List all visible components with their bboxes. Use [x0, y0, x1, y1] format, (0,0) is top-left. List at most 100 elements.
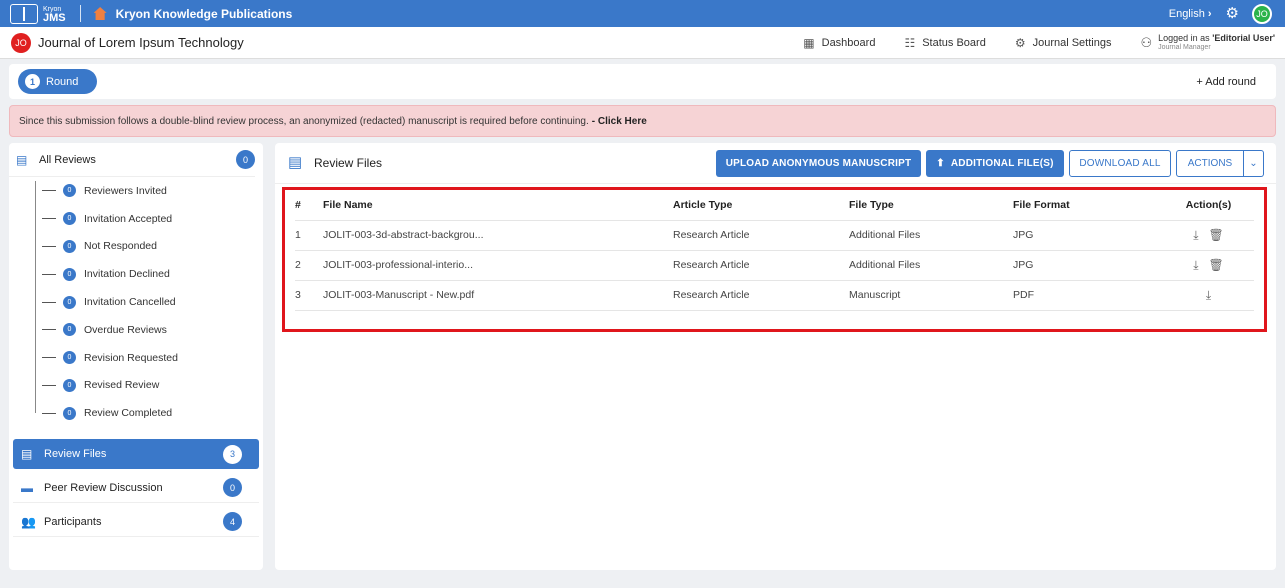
nav-status-board-label: Status Board	[922, 36, 986, 49]
sidebar-item-review-files[interactable]: ▤ Review Files 3	[13, 439, 259, 469]
logged-in-prefix: Logged in as	[1158, 32, 1210, 43]
col-article-type[interactable]: Article Type	[673, 190, 849, 220]
sidebar-item-label: Peer Review Discussion	[44, 481, 163, 494]
tree-item-label: Revision Requested	[84, 351, 178, 364]
table-row: 3 JOLIT-003-Manuscript - New.pdf Researc…	[295, 279, 1254, 311]
all-reviews-label: All Reviews	[39, 153, 96, 166]
article-type: Research Article	[673, 249, 849, 280]
additional-files-label: ADDITIONAL FILE(S)	[950, 157, 1054, 169]
download-icon[interactable]: ⤓	[1206, 288, 1211, 303]
table-header-row: # File Name Article Type File Type File …	[295, 190, 1254, 220]
download-icon[interactable]: ⤓	[1193, 228, 1198, 243]
count-badge: 0	[63, 406, 76, 420]
reviews-icon: ▤	[16, 152, 28, 167]
table-row: 1 JOLIT-003-3d-abstract-backgrou... Rese…	[295, 219, 1254, 250]
discussion-count: 0	[223, 478, 242, 497]
home-icon[interactable]	[93, 7, 107, 20]
app-logo[interactable]: Kryon JMS	[0, 0, 66, 27]
file-format: JPG	[1013, 249, 1163, 280]
nav-journal-settings[interactable]: ⚙ Journal Settings	[1015, 36, 1112, 50]
language-selector[interactable]: English ›	[1169, 8, 1212, 20]
col-file-format[interactable]: File Format	[1013, 190, 1163, 220]
review-files-count: 3	[223, 444, 242, 464]
file-icon: ▤	[21, 447, 33, 461]
count-badge: 0	[63, 323, 76, 337]
file-name-link[interactable]: JOLIT-003-professional-interio...	[323, 249, 673, 280]
gear-icon[interactable]: ⚙	[1226, 6, 1239, 21]
nav-dashboard[interactable]: ▦ Dashboard	[803, 36, 875, 50]
add-round-button[interactable]: + Add round	[1196, 76, 1256, 88]
review-status-tree: 0 Reviewers Invited 0 Invitation Accepted …	[9, 177, 263, 427]
sidebar-item-participants[interactable]: 👥 Participants 4	[13, 507, 259, 537]
round-tab[interactable]: 1 Round	[18, 69, 97, 94]
all-reviews-header[interactable]: ▤ All Reviews 0	[9, 143, 255, 177]
row-number: 2	[295, 249, 323, 280]
round-number: 1	[25, 74, 40, 89]
tree-item-label: Reviewers Invited	[84, 184, 167, 197]
file-name-link[interactable]: JOLIT-003-3d-abstract-backgrou...	[323, 219, 673, 250]
book-logo-icon	[10, 3, 38, 24]
tree-item-label: Invitation Accepted	[84, 212, 173, 225]
user-avatar[interactable]: JO	[1252, 3, 1272, 24]
tree-item-overdue-reviews[interactable]: 0 Overdue Reviews	[35, 316, 263, 344]
tree-item-label: Review Completed	[84, 407, 173, 420]
tree-item-invitation-accepted[interactable]: 0 Invitation Accepted	[35, 205, 263, 233]
chevron-down-icon[interactable]: ⌄	[1244, 149, 1264, 177]
tree-item-not-responded[interactable]: 0 Not Responded	[35, 233, 263, 261]
divider	[79, 5, 81, 22]
grid-icon: ▦	[803, 35, 815, 50]
count-badge: 0	[63, 184, 76, 198]
nav-dashboard-label: Dashboard	[821, 36, 876, 49]
chevron-right-icon: ›	[1207, 7, 1212, 20]
download-all-button[interactable]: DOWNLOAD ALL	[1069, 149, 1171, 177]
col-file-type[interactable]: File Type	[849, 190, 1013, 220]
tree-item-review-completed[interactable]: 0 Review Completed	[35, 399, 263, 427]
count-badge: 0	[63, 212, 76, 226]
article-type: Research Article	[673, 219, 849, 250]
col-actions: Action(s)	[1185, 198, 1232, 211]
sidebar-item-peer-review-discussion[interactable]: ▬ Peer Review Discussion 0	[13, 473, 259, 503]
users-switch-icon: ⚇	[1140, 34, 1153, 50]
count-badge: 0	[63, 267, 76, 281]
download-icon[interactable]: ⤓	[1193, 258, 1198, 273]
sidebar-item-label: Participants	[44, 515, 102, 528]
tree-item-label: Not Responded	[84, 240, 157, 253]
panel-title: Review Files	[314, 156, 383, 170]
settings-icon: ⚙	[1014, 35, 1026, 50]
alert-click-here-link[interactable]: - Click Here	[592, 116, 647, 127]
col-file-name[interactable]: File Name	[323, 190, 673, 220]
journal-title[interactable]: Journal of Lorem Ipsum Technology	[38, 35, 244, 50]
file-format: PDF	[1013, 279, 1163, 311]
tree-item-invitation-cancelled[interactable]: 0 Invitation Cancelled	[35, 288, 263, 316]
upload-anonymous-manuscript-button[interactable]: UPLOAD ANONYMOUS MANUSCRIPT	[716, 149, 921, 177]
file-type: Additional Files	[849, 219, 1013, 250]
nav-status-board[interactable]: ☷ Status Board	[904, 36, 985, 50]
nav-journal-settings-label: Journal Settings	[1032, 36, 1112, 49]
user-role: Journal Manager	[1158, 43, 1211, 51]
publication-title[interactable]: Kryon Knowledge Publications	[116, 7, 293, 21]
row-number: 3	[295, 279, 323, 311]
tree-item-reviewers-invited[interactable]: 0 Reviewers Invited	[35, 177, 263, 205]
top-bar: Kryon JMS Kryon Knowledge Publications E…	[0, 0, 1285, 27]
chat-icon: ▬	[21, 480, 33, 495]
alert-text: Since this submission follows a double-b…	[19, 115, 589, 127]
count-badge: 0	[63, 378, 76, 392]
journal-bar: JO Journal of Lorem Ipsum Technology ▦ D…	[0, 27, 1285, 59]
actions-button[interactable]: ACTIONS	[1176, 149, 1244, 177]
table-row: 2 JOLIT-003-professional-interio... Rese…	[295, 249, 1254, 280]
tree-item-revision-requested[interactable]: 0 Revision Requested	[35, 344, 263, 372]
upload-icon: ⬆	[936, 157, 945, 169]
actions-dropdown[interactable]: ACTIONS ⌄	[1176, 149, 1264, 177]
trash-icon[interactable]: 🗑	[1209, 258, 1224, 273]
participants-count: 4	[223, 512, 242, 531]
file-name-link[interactable]: JOLIT-003-Manuscript - New.pdf	[323, 279, 673, 311]
tree-item-label: Invitation Declined	[84, 268, 170, 281]
files-table: # File Name Article Type File Type File …	[295, 190, 1254, 311]
additional-files-button[interactable]: ⬆ ADDITIONAL FILE(S)	[926, 149, 1064, 177]
trash-icon[interactable]: 🗑	[1209, 228, 1224, 243]
logged-in-user: 'Editorial User'	[1212, 32, 1275, 43]
tree-item-revised-review[interactable]: 0 Revised Review	[35, 372, 263, 400]
tree-item-invitation-declined[interactable]: 0 Invitation Declined	[35, 260, 263, 288]
logged-in-info[interactable]: ⚇ Logged in as 'Editorial User' Journal …	[1140, 33, 1275, 53]
row-number: 1	[295, 219, 323, 250]
